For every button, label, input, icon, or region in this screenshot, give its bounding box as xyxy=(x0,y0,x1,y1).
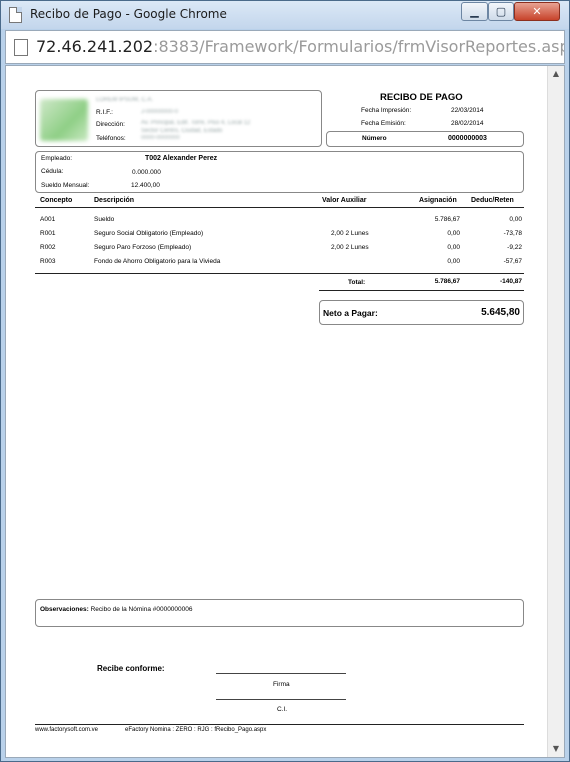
recibe-conforme-label: Recibe conforme: xyxy=(97,664,165,673)
row-asignacion: 5.786,67 xyxy=(434,216,460,223)
numero-label: Número xyxy=(362,135,387,142)
browser-window: Recibo de Pago - Google Chrome ▁ ▢ ✕ 72.… xyxy=(0,0,570,762)
row-asignacion: 0,00 xyxy=(447,230,460,237)
col-deduc: Deduc/Reten xyxy=(471,197,514,204)
company-name: LOREM IPSUM, C.A. xyxy=(96,97,154,103)
observaciones-value: Recibo de la Nómina #0000000006 xyxy=(90,606,193,613)
scroll-down-arrow-icon[interactable]: ▼ xyxy=(548,741,564,757)
row-descripcion: Seguro Social Obligatorio (Empleado) xyxy=(94,230,204,237)
firma-label: Firma xyxy=(273,681,290,688)
fecha-impresion-label: Fecha Impresión: xyxy=(361,107,412,114)
row-deduc: -57,67 xyxy=(503,258,522,265)
page-icon xyxy=(9,7,22,23)
rif-label: R.I.F.: xyxy=(96,109,113,116)
row-descripcion: Sueldo xyxy=(94,216,115,223)
total-divider xyxy=(319,290,524,291)
empleado-label: Empleado: xyxy=(41,155,73,162)
maximize-button[interactable]: ▢ xyxy=(488,2,514,21)
footer-website: www.factorysoft.com.ve xyxy=(35,727,99,733)
row-concepto: R002 xyxy=(40,244,56,251)
row-deduc: 0,00 xyxy=(509,216,522,223)
row-deduc: -73,78 xyxy=(503,230,522,237)
footer-info: eFactory Nomina : ZERO : RJG : fRecibo_P… xyxy=(125,727,267,733)
employee-box: Empleado: T002 Alexander Perez Cédula: 0… xyxy=(35,151,524,193)
row-valor: 2,00 2 Lunes xyxy=(331,244,369,251)
col-descripcion: Descripción xyxy=(94,197,135,204)
address-bar[interactable]: 72.46.241.202:8383/Framework/Formularios… xyxy=(5,30,565,64)
vertical-scrollbar[interactable]: ▲ ▼ xyxy=(547,66,564,757)
row-concepto: R001 xyxy=(40,230,56,237)
sueldo-value: 12.400,00 xyxy=(131,182,160,189)
company-logo xyxy=(40,99,88,141)
direccion-label: Dirección: xyxy=(96,121,125,128)
footer-divider xyxy=(35,724,524,725)
observaciones-line: Observaciones: Recibo de la Nómina #0000… xyxy=(40,606,193,613)
direccion-value-2: Sector Centro, Ciudad, Estado xyxy=(141,128,223,134)
sueldo-label: Sueldo Mensual: xyxy=(41,182,90,189)
col-asignacion: Asignación xyxy=(419,197,457,204)
observaciones-box: Observaciones: Recibo de la Nómina #0000… xyxy=(35,599,524,627)
row-valor: 2,00 2 Lunes xyxy=(331,230,369,237)
header-divider xyxy=(35,207,524,208)
page-viewport: ▲ ▼ LOREM IPSUM, C.A. R.I.F.: J-00000000… xyxy=(5,65,565,758)
row-concepto: R003 xyxy=(40,258,56,265)
row-concepto: A001 xyxy=(40,216,56,223)
total-label: Total: xyxy=(348,279,366,286)
telefonos-value: 0000-0000000 xyxy=(141,135,180,141)
fecha-emision-label: Fecha Emisión: xyxy=(361,120,406,127)
telefonos-label: Teléfonos: xyxy=(96,135,126,142)
page-icon xyxy=(14,39,28,56)
row-deduc: -9,22 xyxy=(507,244,522,251)
total-deduc: -140,87 xyxy=(499,278,522,285)
total-asignacion: 5.786,67 xyxy=(434,278,460,285)
ci-label: C.I. xyxy=(277,706,288,713)
url-path: :8383/Framework/Formularios/frmVisorRepo… xyxy=(153,37,564,56)
cedula-value: 0.000.000 xyxy=(132,169,161,176)
direccion-value: Av. Principal, Edif. Torre, Piso 4, Loca… xyxy=(141,120,251,126)
neto-value: 5.645,80 xyxy=(481,307,520,318)
minimize-button[interactable]: ▁ xyxy=(461,2,488,21)
report-title: RECIBO DE PAGO xyxy=(380,92,463,103)
col-valor-auxiliar: Valor Auxiliar xyxy=(322,197,367,204)
numero-value: 0000000003 xyxy=(448,135,487,142)
url-text[interactable]: 72.46.241.202:8383/Framework/Formularios… xyxy=(36,37,564,56)
neto-label: Neto a Pagar: xyxy=(323,308,378,318)
cedula-label: Cédula: xyxy=(41,168,64,175)
neto-box: Neto a Pagar: 5.645,80 xyxy=(319,300,524,325)
rif-value: J-00000000-0 xyxy=(141,109,179,115)
rows-divider xyxy=(35,273,524,274)
ci-line xyxy=(216,699,346,700)
row-descripcion: Fondo de Ahorro Obligatorio para la Vivi… xyxy=(94,258,221,265)
col-concepto: Concepto xyxy=(40,197,73,204)
firma-line xyxy=(216,673,346,674)
row-asignacion: 0,00 xyxy=(447,244,460,251)
row-asignacion: 0,00 xyxy=(447,258,460,265)
company-box: LOREM IPSUM, C.A. R.I.F.: J-00000000-0 D… xyxy=(35,90,322,147)
row-descripcion: Seguro Paro Forzoso (Empleado) xyxy=(94,244,192,251)
close-button[interactable]: ✕ xyxy=(514,2,560,21)
empleado-value: T002 Alexander Perez xyxy=(145,155,218,162)
window-title: Recibo de Pago - Google Chrome xyxy=(30,7,227,21)
observaciones-label: Observaciones: xyxy=(40,606,89,613)
scroll-up-arrow-icon[interactable]: ▲ xyxy=(548,66,564,82)
fecha-emision-value: 28/02/2014 xyxy=(451,120,484,127)
title-bar: Recibo de Pago - Google Chrome ▁ ▢ ✕ xyxy=(1,1,569,29)
url-host: 72.46.241.202 xyxy=(36,37,154,56)
numero-box: Número 0000000003 xyxy=(326,131,524,147)
fecha-impresion-value: 22/03/2014 xyxy=(451,107,484,114)
